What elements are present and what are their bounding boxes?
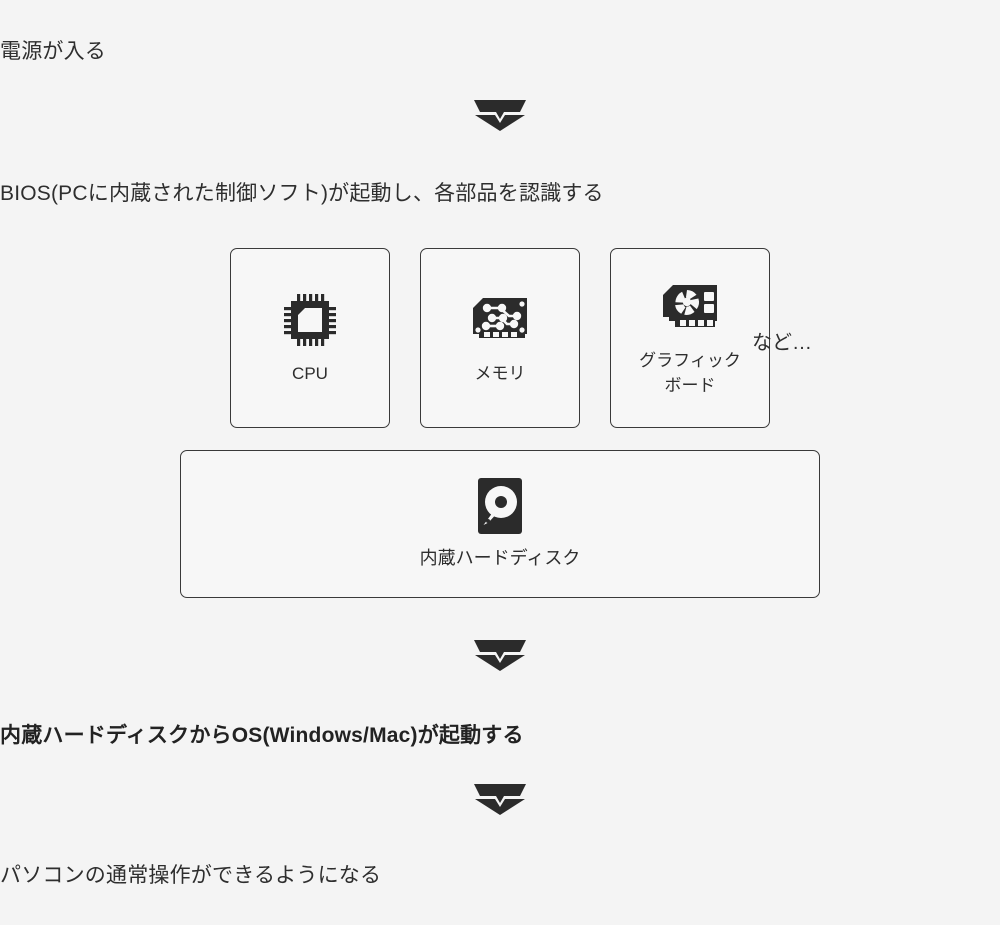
component-card-memory: メモリ (420, 248, 580, 428)
storage-label: 内蔵ハードディスク (419, 547, 581, 568)
chevron-down-arrow-icon (474, 640, 526, 671)
etc-note: など… (752, 332, 812, 354)
step-4-text: パソコンの通常操作ができるようになる (0, 864, 382, 887)
chevron-down-arrow-icon (474, 100, 526, 131)
step-3-row: 内蔵ハードディスクからOS(Windows/Mac)が起動する (0, 722, 524, 750)
diagram-canvas: 電源が入る BIOS(PCに内蔵された制御ソフト)が起動し、各部品を認識する C… (0, 0, 1000, 925)
step-1-text: 電源が入る (0, 40, 106, 63)
step-1-row: 電源が入る (0, 38, 106, 66)
component-label-graphics: グラフィック ボード (639, 351, 741, 395)
component-card-cpu: CPU (230, 248, 390, 428)
hard-disk-icon (476, 477, 524, 535)
storage-card: 内蔵ハードディスク (180, 450, 820, 598)
component-label-memory: メモリ (474, 363, 526, 383)
step-3-text: 内蔵ハードディスクからOS(Windows/Mac)が起動する (0, 724, 524, 747)
arrow-2-row (0, 638, 1000, 672)
step-2-text: BIOS(PCに内蔵された制御ソフト)が起動し、各部品を認識する (0, 182, 604, 205)
arrow-3-row (0, 782, 1000, 816)
component-label-cpu: CPU (292, 363, 328, 383)
memory-module-icon (469, 290, 531, 350)
step-2-row: BIOS(PCに内蔵された制御ソフト)が起動し、各部品を認識する (0, 180, 604, 208)
chevron-down-arrow-icon (474, 784, 526, 815)
component-cards-row: CPU メモリ グラフィック ボード など… (0, 248, 1000, 428)
step-4-row: パソコンの通常操作ができるようになる (0, 862, 381, 890)
graphics-card-icon (659, 277, 721, 337)
component-card-graphics: グラフィック ボード (610, 248, 770, 428)
cpu-chip-icon (281, 290, 339, 350)
arrow-1-row (0, 98, 1000, 132)
storage-card-row: 内蔵ハードディスク (0, 450, 1000, 598)
